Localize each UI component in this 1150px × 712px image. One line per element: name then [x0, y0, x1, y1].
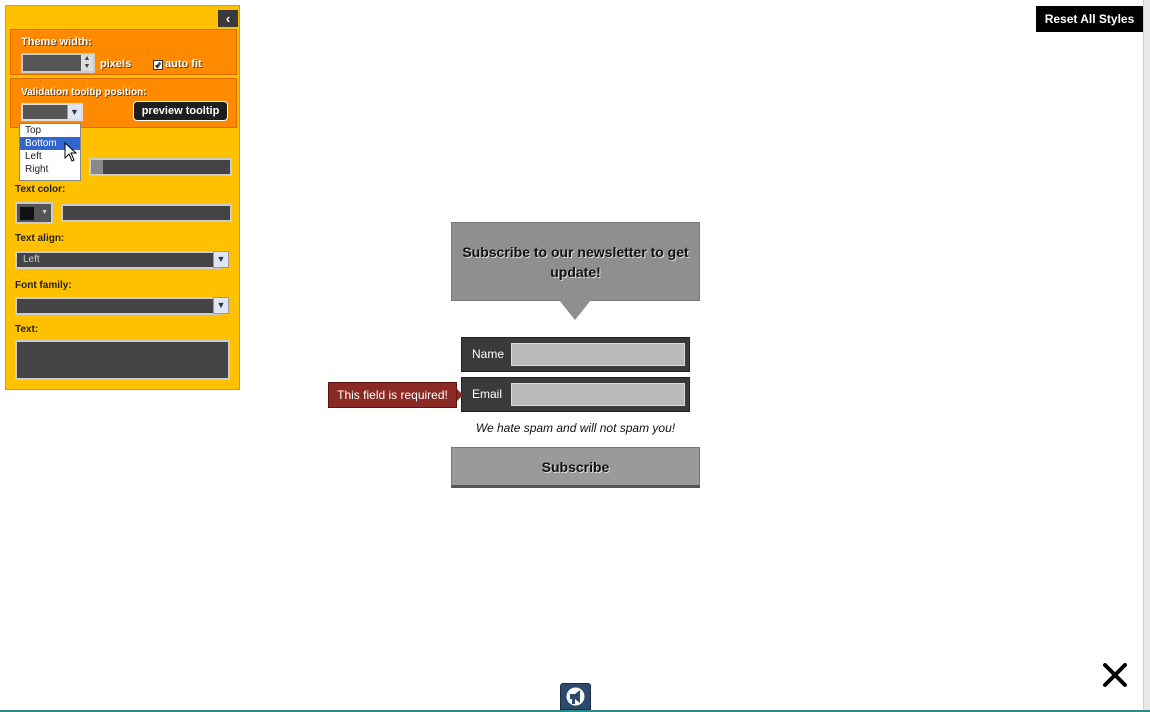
close-icon[interactable]: [1100, 660, 1130, 690]
text-label: Text:: [15, 324, 39, 335]
stepper-arrows-icon[interactable]: ▲ ▼: [81, 55, 93, 71]
chevron-down-icon[interactable]: ▼: [67, 105, 81, 119]
auto-fit-checkbox[interactable]: ✓ auto fit: [153, 58, 202, 70]
name-input[interactable]: [511, 343, 685, 366]
theme-width-label: Theme width:: [21, 36, 92, 48]
text-textarea[interactable]: [15, 340, 230, 380]
text-color-label: Text color:: [15, 184, 66, 195]
validation-tooltip: This field is required!: [328, 382, 457, 408]
color-swatch: [20, 207, 34, 220]
text-align-label: Text align:: [15, 233, 65, 244]
dropdown-option-right[interactable]: Right: [20, 163, 80, 176]
chevron-down-icon: ▼: [41, 209, 48, 216]
preview-tooltip-button[interactable]: preview tooltip: [133, 101, 228, 121]
text-color-picker[interactable]: ▼: [15, 202, 53, 224]
tooltip-position-section: Validation tooltip position: ▼ preview t…: [10, 78, 237, 128]
pixels-label: pixels: [100, 58, 132, 70]
name-field-row: Name: [461, 337, 690, 372]
tooltip-position-select[interactable]: ▼: [21, 103, 83, 121]
chevron-down-icon[interactable]: ▼: [213, 251, 229, 268]
tooltip-position-label: Validation tooltip position:: [21, 87, 147, 98]
slider-handle[interactable]: [91, 160, 103, 174]
text-color-input[interactable]: [61, 204, 232, 222]
megaphone-tab-button[interactable]: [560, 683, 591, 710]
mouse-cursor-icon: [64, 142, 78, 162]
window-edge: [1143, 0, 1150, 712]
collapse-panel-button[interactable]: ‹: [218, 10, 238, 27]
chevron-left-icon: ‹: [225, 11, 231, 26]
spam-note: We hate spam and will not spam you!: [475, 421, 676, 435]
chevron-down-icon[interactable]: ▼: [213, 297, 229, 314]
email-input[interactable]: [511, 383, 685, 406]
text-align-select[interactable]: Left: [15, 251, 221, 269]
reset-all-styles-button[interactable]: Reset All Styles: [1036, 6, 1143, 32]
email-label: Email: [472, 387, 503, 401]
style-editor-panel: ‹ Theme width: ▲ ▼ pixels ✓ auto fit Valid…: [5, 5, 240, 390]
auto-fit-label: auto fit: [165, 58, 202, 70]
headline-pointer: [559, 300, 591, 320]
tooltip-pointer: [457, 389, 463, 401]
megaphone-icon: [566, 687, 585, 706]
theme-width-stepper[interactable]: ▲ ▼: [21, 53, 95, 73]
font-family-select[interactable]: [15, 297, 221, 315]
name-label: Name: [472, 347, 505, 361]
dropdown-option-top[interactable]: Top: [20, 124, 80, 137]
theme-width-section: Theme width: ▲ ▼ pixels ✓ auto fit: [10, 29, 237, 75]
font-family-label: Font family:: [15, 280, 72, 291]
text-align-value: Left: [23, 254, 40, 265]
subscribe-button[interactable]: Subscribe: [451, 447, 700, 488]
checkmark-icon[interactable]: ✓: [153, 60, 163, 70]
newsletter-headline: Subscribe to our newsletter to get updat…: [451, 222, 700, 301]
email-field-row: Email: [461, 377, 690, 412]
size-slider[interactable]: [89, 158, 232, 176]
